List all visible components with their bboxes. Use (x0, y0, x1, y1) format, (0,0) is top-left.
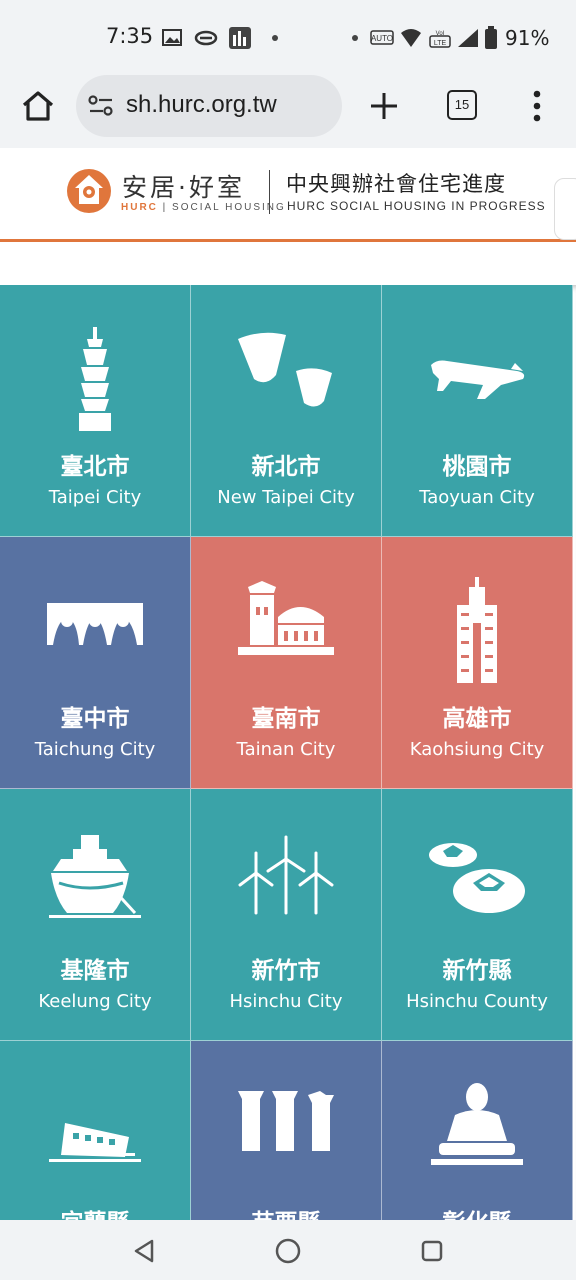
city-name-en: New Taipei City (217, 487, 355, 508)
city-name-zh: 宜蘭縣 (0, 1203, 190, 1220)
city-tile-keelung[interactable]: 基隆市 Keelung City (0, 789, 191, 1041)
home-icon[interactable] (20, 88, 56, 124)
browser-toolbar: sh.hurc.org.tw 15 (0, 66, 576, 148)
sky-lantern-icon (238, 332, 332, 407)
city-name-en: Taipei City (48, 487, 142, 508)
more-options-icon[interactable] (528, 88, 546, 124)
city-name-en: Hsinchu County (406, 991, 548, 1012)
svg-text:LTE: LTE (434, 40, 447, 47)
skyscraper-icon (457, 577, 497, 683)
city-name-zh: 苗栗縣 (191, 1203, 381, 1220)
city-tile-hsinchu-city[interactable]: 新竹市 Hsinchu City (191, 789, 382, 1041)
fort-icon (238, 581, 334, 655)
city-name-en: Keelung City (38, 991, 152, 1012)
city-name-zh: 臺南市 (251, 706, 321, 732)
city-tile-taipei[interactable]: 臺北市 Taipei City (0, 285, 191, 537)
city-name-en: Kaohsiung City (409, 739, 545, 760)
city-tile-miaoli[interactable]: 苗栗縣 (191, 1041, 382, 1220)
header-spacer (0, 245, 576, 285)
new-tab-icon[interactable] (368, 90, 400, 122)
ruins-columns-icon (238, 1091, 334, 1151)
dot-icon (352, 35, 358, 41)
city-name-zh: 高雄市 (442, 706, 512, 732)
city-tile-new-taipei[interactable]: 新北市 New Taipei City (191, 285, 382, 537)
link-icon (194, 30, 218, 46)
wifi-icon (401, 29, 421, 47)
battery-percentage: 91% (505, 26, 550, 50)
city-name-zh: 桃園市 (442, 454, 512, 480)
city-name-zh: 彰化縣 (382, 1203, 572, 1220)
more-notifications-dot-icon (272, 35, 278, 41)
city-name-en: Hsinchu City (229, 991, 343, 1012)
signal-icon (458, 29, 478, 47)
tab-count: 15 (454, 97, 470, 112)
svg-text:AUTO: AUTO (371, 34, 393, 43)
app-notification-icon (229, 27, 251, 49)
city-name-en: Taoyuan City (419, 487, 535, 508)
gallery-icon (162, 29, 182, 46)
volte-icon: LTE VoI (429, 31, 451, 48)
recents-icon[interactable] (421, 1240, 443, 1262)
header-title-en: HURC SOCIAL HOUSING IN PROGRESS (287, 199, 546, 213)
address-bar[interactable]: sh.hurc.org.tw (76, 75, 342, 137)
city-tile-kaohsiung[interactable]: 高雄市 Kaohsiung City (382, 537, 573, 789)
city-name-zh: 臺中市 (60, 706, 130, 732)
tilted-building-icon (49, 1123, 141, 1162)
wind-turbine-icon (238, 835, 334, 915)
url-text[interactable]: sh.hurc.org.tw (126, 91, 277, 119)
back-icon[interactable] (132, 1238, 156, 1264)
auto-icon: AUTO (370, 30, 394, 45)
city-name-zh: 臺北市 (60, 454, 130, 480)
tab-switcher-button[interactable]: 15 (447, 90, 477, 120)
svg-text:VoI: VoI (436, 31, 445, 37)
header-title-zh: 中央興辦社會住宅進度 (286, 172, 506, 196)
city-tile-taoyuan[interactable]: 桃園市 Taoyuan City (382, 285, 573, 537)
logo-title[interactable]: 安居·好室 (122, 168, 245, 204)
logo-sub-brand: HURC (121, 202, 158, 213)
menu-tab-edge[interactable] (554, 178, 576, 240)
system-nav-bar (0, 1220, 576, 1280)
site-header: 安居·好室 HURC | SOCIAL HOUSING 中央興辦社會住宅進度 H… (0, 148, 576, 242)
city-name-zh: 新竹縣 (442, 958, 512, 984)
city-name-zh: 新北市 (251, 454, 321, 480)
airplane-icon (431, 360, 525, 399)
opera-house-icon (47, 603, 143, 645)
city-name-en: Taichung City (34, 739, 156, 760)
persimmon-icon (429, 843, 525, 913)
header-divider (269, 170, 270, 214)
city-name-zh: 基隆市 (60, 958, 130, 984)
city-tile-tainan[interactable]: 臺南市 Tainan City (191, 537, 382, 789)
status-time: 7:35 (106, 24, 154, 48)
site-settings-icon[interactable] (88, 94, 114, 118)
city-tile-yilan[interactable]: 宜蘭縣 (0, 1041, 191, 1220)
hurc-logo-icon[interactable] (66, 168, 112, 214)
home-nav-icon[interactable] (275, 1238, 301, 1264)
logo-subtitle: HURC | SOCIAL HOUSING (121, 202, 286, 213)
battery-icon (485, 26, 497, 49)
city-name-zh: 新竹市 (251, 958, 321, 984)
city-tile-taichung[interactable]: 臺中市 Taichung City (0, 537, 191, 789)
city-grid: 臺北市 Taipei City 新北市 New Taipei City 桃園市 … (0, 285, 576, 1220)
city-name-en: Tainan City (236, 739, 336, 760)
city-tile-changhua[interactable]: 彰化縣 (382, 1041, 573, 1220)
taipei-101-icon (79, 327, 111, 431)
city-tile-hsinchu-county[interactable]: 新竹縣 Hsinchu County (382, 789, 573, 1041)
ship-icon (49, 835, 141, 918)
buddha-icon (431, 1083, 523, 1165)
